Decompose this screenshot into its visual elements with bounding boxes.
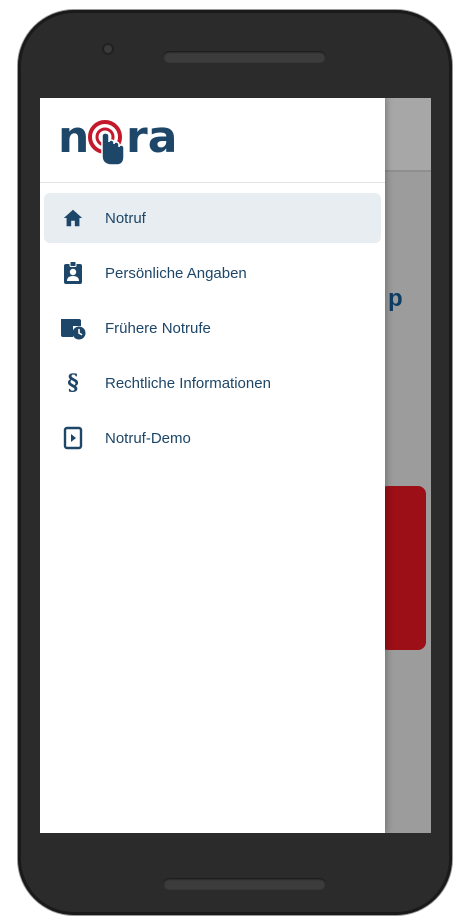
background-emergency-button [380, 486, 426, 650]
menu-item-label: Persönliche Angaben [105, 264, 247, 282]
camera-icon [102, 43, 114, 55]
menu-item-notruf-demo[interactable]: Notruf-Demo [44, 413, 381, 463]
background-partial-text: p [388, 285, 403, 312]
id-badge-icon [60, 260, 86, 286]
call-history-icon [60, 315, 86, 341]
play-icon [60, 425, 86, 451]
drawer-menu: Notruf Persönliche Angaben Frühere Notru… [40, 193, 385, 463]
paragraph-icon: § [67, 370, 79, 396]
menu-item-persoenliche-angaben[interactable]: Persönliche Angaben [44, 248, 381, 298]
top-speaker [163, 51, 326, 63]
menu-item-fruehere-notrufe[interactable]: Frühere Notrufe [44, 303, 381, 353]
menu-item-label: Notruf [105, 209, 146, 227]
menu-item-rechtliche-informationen[interactable]: § Rechtliche Informationen [44, 358, 381, 408]
menu-item-label: Frühere Notrufe [105, 319, 211, 337]
svg-text:ra: ra [126, 112, 177, 163]
screen: p n ra Notruf Persönliche Angaben Früher… [40, 98, 431, 833]
drawer-header: n ra [40, 98, 385, 183]
menu-item-label: Notruf-Demo [105, 429, 191, 447]
home-icon [60, 205, 86, 231]
nora-logo: n ra [58, 112, 188, 166]
navigation-drawer: n ra Notruf Persönliche Angaben Frühere … [40, 98, 385, 833]
menu-item-label: Rechtliche Informationen [105, 374, 271, 392]
svg-text:n: n [58, 112, 89, 163]
phone-frame: p n ra Notruf Persönliche Angaben Früher… [18, 10, 452, 915]
bottom-speaker [163, 878, 326, 890]
menu-item-notruf[interactable]: Notruf [44, 193, 381, 243]
